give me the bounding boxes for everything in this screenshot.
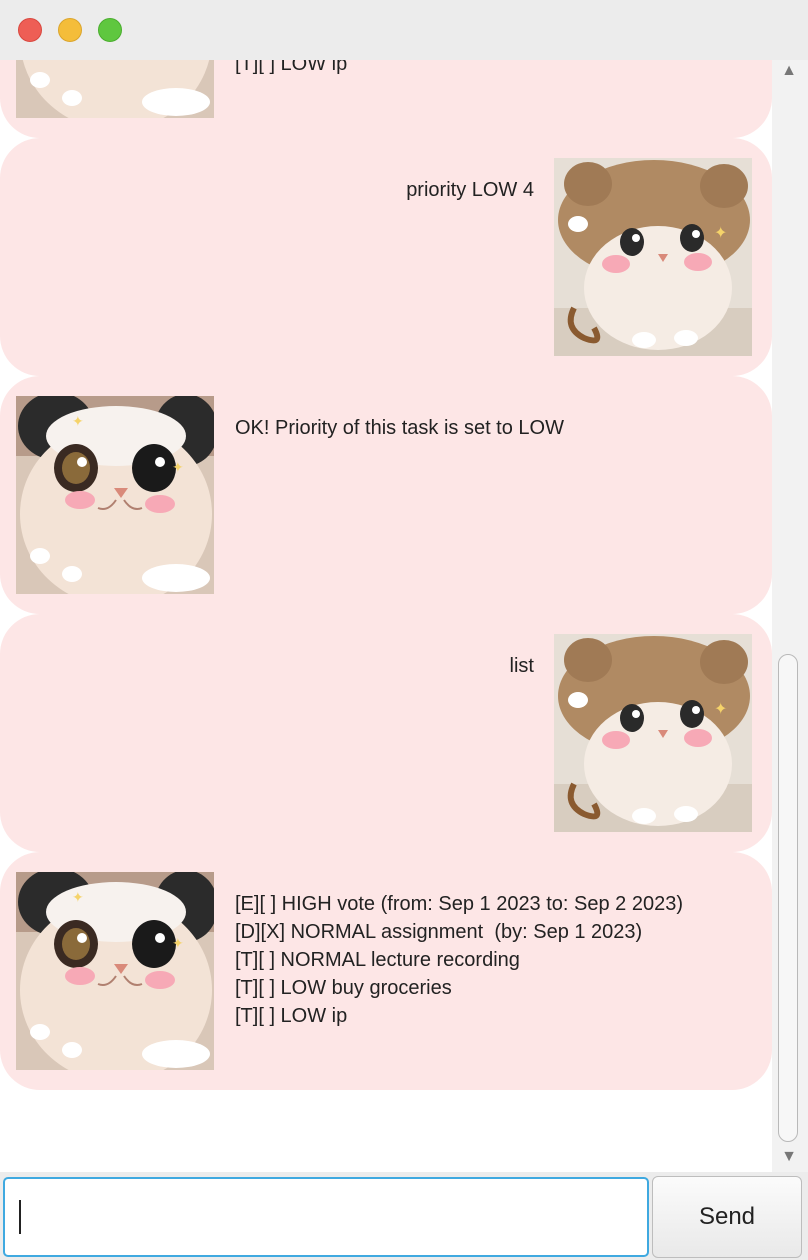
user-avatar: ✦ [554,634,752,832]
svg-text:✦: ✦ [72,889,84,905]
bot-avatar: ✦ ✦ [16,396,214,594]
cat-bear-hat-avatar-icon: ✦ [554,634,752,832]
title-bar [0,0,808,60]
bot-avatar: ✦ ✦ [16,60,214,118]
cat-headband-avatar-icon: ✦ ✦ [16,872,214,1070]
user-dialog-box: ✦ priority LOW 4 [0,138,772,376]
dialog-container: ✦ ✦ [E][ ] HIGH vote (from: Sep 1 2023 t… [0,60,772,1090]
text-caret [19,1200,21,1234]
scroll-up-arrow-icon[interactable]: ▲ [780,62,798,80]
svg-text:✦: ✦ [714,701,727,718]
bot-dialog-box: ✦ ✦ [E][ ] HIGH vote (from: Sep 1 2023 t… [0,852,772,1090]
svg-text:✦: ✦ [172,459,184,475]
user-message-text: list [509,655,534,677]
send-button[interactable]: Send [652,1176,802,1258]
cat-headband-avatar-icon: ✦ ✦ [16,396,214,594]
dialog-scroll-pane[interactable]: ✦ ✦ [E][ ] HIGH vote (from: Sep 1 2023 t… [0,60,808,1172]
input-bar: Send [0,1172,808,1260]
bot-dialog-box: ✦ ✦ [E][ ] HIGH vote (from: Sep 1 2023 t… [0,60,772,138]
svg-text:✦: ✦ [172,935,184,951]
bot-dialog-box: ✦ ✦ OK! Priority of this task is set to … [0,376,772,614]
zoom-window-button[interactable] [98,18,122,42]
svg-text:✦: ✦ [714,225,727,242]
bot-message-text: [E][ ] HIGH vote (from: Sep 1 2023 to: S… [235,893,684,1027]
scroll-down-arrow-icon[interactable]: ▼ [780,1148,798,1166]
minimize-window-button[interactable] [58,18,82,42]
vertical-scrollbar[interactable]: ▲ ▼ [772,60,808,1172]
svg-text:✦: ✦ [72,413,84,429]
cat-bear-hat-avatar-icon: ✦ [554,158,752,356]
message-input[interactable] [3,1177,649,1257]
bot-avatar: ✦ ✦ [16,872,214,1070]
app-window: ✦ ✦ [E][ ] HIGH vote (from: Sep 1 2023 t… [0,0,808,1260]
user-dialog-box: ✦ list [0,614,772,852]
bot-message-text: OK! Priority of this task is set to LOW [235,417,564,439]
scrollbar-thumb[interactable] [778,654,798,1142]
user-avatar: ✦ [554,158,752,356]
cat-headband-avatar-icon: ✦ ✦ [16,60,214,118]
close-window-button[interactable] [18,18,42,42]
bot-message-text: [E][ ] HIGH vote (from: Sep 1 2023 to: S… [235,60,348,75]
scrollbar-track[interactable] [778,84,800,1144]
user-message-text: priority LOW 4 [406,179,534,201]
